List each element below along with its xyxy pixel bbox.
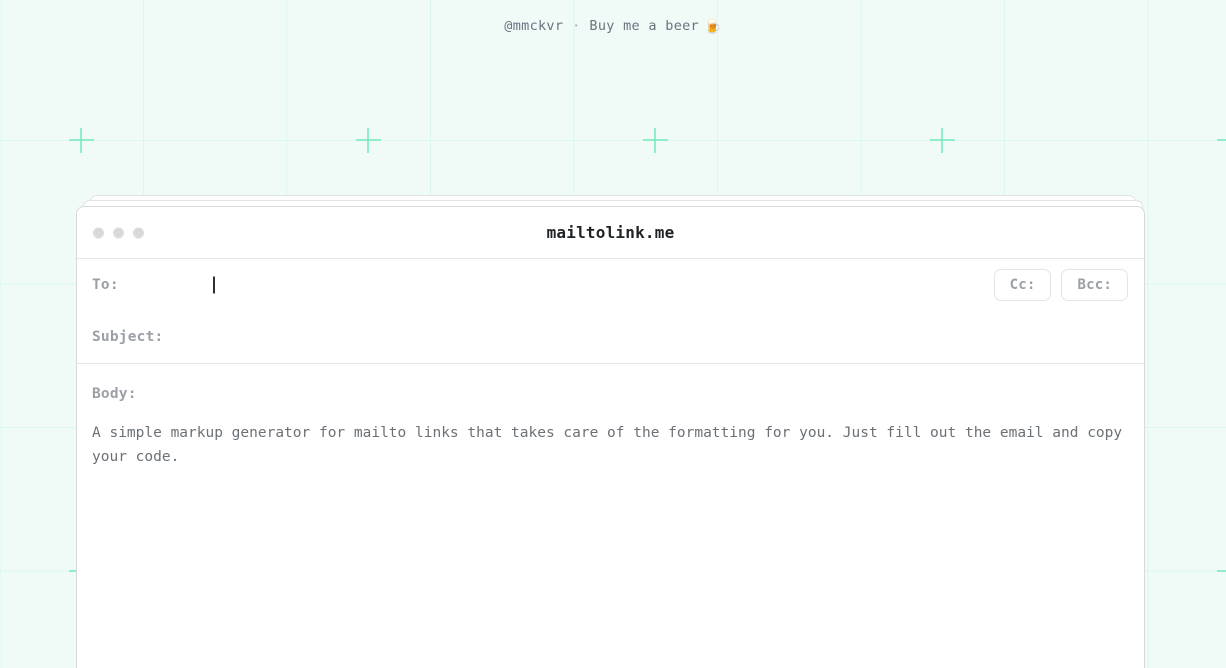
bcc-toggle-button[interactable]: Bcc:	[1061, 269, 1128, 301]
app-window: mailtolink.me To: Cc: Bcc: Subject: Body…	[76, 206, 1145, 668]
subject-field-label: Subject:	[92, 329, 164, 345]
recipient-fields-block: To: Cc: Bcc: Subject:	[77, 259, 1144, 364]
text-cursor-caret	[213, 276, 215, 294]
cc-toggle-button[interactable]: Cc:	[993, 269, 1052, 301]
header-links: @mmckvr · Buy me a beer 🍺	[504, 18, 721, 35]
page-title: mailtolink.me	[546, 223, 675, 242]
beer-mug-icon: 🍺	[703, 18, 722, 35]
minimize-dot-icon[interactable]	[113, 227, 124, 238]
subject-field-row: Subject:	[77, 311, 1144, 363]
buy-me-a-beer-label: Buy me a beer	[589, 17, 699, 34]
buy-me-a-beer-link[interactable]: Buy me a beer 🍺	[589, 18, 721, 35]
author-handle-link[interactable]: @mmckvr	[504, 18, 563, 34]
body-field-block: Body:	[77, 364, 1144, 668]
to-field-label: To:	[92, 277, 119, 293]
window-title-bar: mailtolink.me	[77, 207, 1144, 259]
to-input[interactable]	[128, 273, 1128, 297]
to-field-row: To: Cc: Bcc:	[77, 259, 1144, 311]
body-textarea[interactable]	[92, 421, 1128, 668]
close-dot-icon[interactable]	[93, 227, 104, 238]
maximize-dot-icon[interactable]	[133, 227, 144, 238]
cc-bcc-toggle-group: Cc: Bcc:	[993, 269, 1128, 301]
header-separator: ·	[572, 18, 581, 34]
subject-input[interactable]	[173, 325, 1128, 349]
body-field-label: Body:	[92, 386, 137, 402]
traffic-light-controls[interactable]	[93, 227, 144, 238]
site-header: @mmckvr · Buy me a beer 🍺	[0, 0, 1226, 52]
